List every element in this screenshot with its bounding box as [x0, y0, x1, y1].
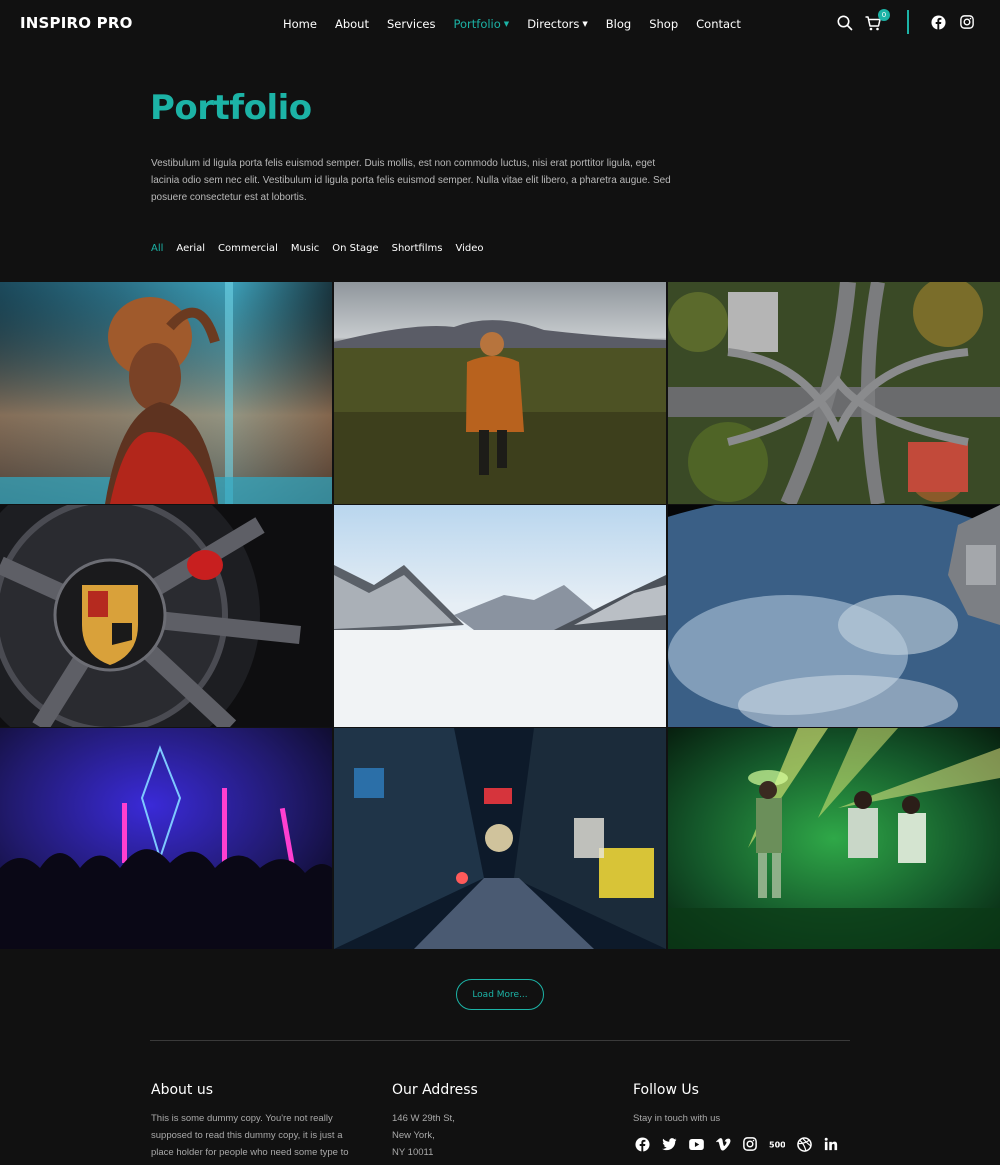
address-line: 146 W 29th St, [392, 1113, 455, 1124]
address-line: NY 10011 [392, 1147, 434, 1158]
youtube-icon[interactable] [687, 1135, 705, 1153]
nav-label: Shop [649, 17, 679, 31]
dribbble-icon[interactable] [795, 1135, 813, 1153]
site-header: INSPIRO PRO Home About Services Portfoli… [0, 0, 1000, 50]
nav-label: Blog [605, 17, 632, 31]
main-nav: Home About Services Portfolio ▼ Directors… [283, 17, 759, 31]
vimeo-icon[interactable] [714, 1135, 732, 1153]
cart-count-badge: 0 [878, 9, 890, 21]
filter-on-stage[interactable]: On Stage [332, 243, 378, 254]
address-line: New York, [392, 1130, 435, 1141]
footer-address-heading: Our Address [392, 1082, 478, 1098]
header-divider [907, 10, 909, 34]
load-more-button[interactable]: Load More... [456, 979, 544, 1010]
footer-about-line: supposed to read this dummy copy, it is … [151, 1130, 343, 1141]
filter-aerial[interactable]: Aerial [176, 243, 205, 254]
footer-address-text: 146 W 29th St, New York, NY 10011 [392, 1110, 592, 1161]
nav-item-home[interactable]: Home [283, 17, 317, 31]
nav-item-blog[interactable]: Blog [606, 17, 631, 31]
footer-about-text: This is some dummy copy. You're not real… [151, 1110, 381, 1161]
chevron-down-icon: ▼ [503, 20, 510, 28]
nav-item-contact[interactable]: Contact [696, 17, 741, 31]
footer-address: Our Address 146 W 29th St, New York, NY … [392, 1082, 592, 1161]
nav-label: Directors [527, 17, 580, 31]
nav-item-about[interactable]: About [335, 17, 369, 31]
footer-about: About us This is some dummy copy. You're… [151, 1082, 381, 1161]
footer-about-line: place holder for people who need some ty… [151, 1147, 349, 1158]
portfolio-item-concert-crowd[interactable] [0, 728, 332, 949]
linkedin-icon[interactable] [822, 1135, 840, 1153]
footer-divider [150, 1040, 850, 1041]
footer-follow-heading: Follow Us [633, 1082, 699, 1098]
nav-item-directors[interactable]: Directors ▼ [527, 17, 588, 31]
500px-icon[interactable]: 500 [768, 1135, 786, 1153]
footer-follow-subtitle: Stay in touch with us [633, 1113, 721, 1124]
page-title: Portfolio [150, 88, 312, 128]
footer-follow: Follow Us Stay in touch with us 500 [633, 1082, 863, 1153]
facebook-icon[interactable] [633, 1135, 651, 1153]
nav-item-services[interactable]: Services [387, 17, 436, 31]
nav-label: Home [283, 17, 317, 31]
search-icon[interactable] [836, 14, 854, 32]
nav-label: About [334, 17, 369, 31]
filter-shortfilms[interactable]: Shortfilms [392, 243, 443, 254]
chevron-down-icon: ▼ [582, 20, 588, 28]
nav-label: Portfolio [453, 17, 501, 31]
nav-item-portfolio[interactable]: Portfolio ▼ [453, 17, 509, 31]
nav-label: Services [386, 17, 436, 31]
portfolio-item-woman-portrait[interactable] [0, 282, 332, 504]
portfolio-filters: All Aerial Commercial Music On Stage Sho… [151, 243, 497, 254]
twitter-icon[interactable] [660, 1135, 678, 1153]
filter-video[interactable]: Video [455, 243, 483, 254]
portfolio-item-stage-performers[interactable] [668, 728, 1000, 949]
portfolio-item-night-alley[interactable] [334, 728, 666, 949]
instagram-icon[interactable] [960, 15, 974, 29]
instagram-icon[interactable] [741, 1135, 759, 1153]
site-logo[interactable]: INSPIRO PRO [20, 14, 133, 32]
portfolio-item-earth-from-space[interactable] [668, 505, 1000, 727]
nav-item-shop[interactable]: Shop [649, 17, 678, 31]
page-intro: Vestibulum id ligula porta felis euismod… [151, 158, 671, 203]
filter-commercial[interactable]: Commercial [218, 243, 278, 254]
footer-about-line: This is some dummy copy. You're not real… [151, 1113, 333, 1124]
footer-about-heading: About us [151, 1082, 214, 1098]
svg-text:500: 500 [769, 1140, 785, 1148]
portfolio-item-snowy-mountains[interactable] [334, 505, 666, 727]
facebook-icon[interactable] [931, 15, 946, 30]
portfolio-item-woman-in-field[interactable] [334, 282, 666, 504]
portfolio-item-highway-interchange[interactable] [668, 282, 1000, 504]
portfolio-grid [0, 282, 1000, 949]
portfolio-item-porsche-wheel[interactable] [0, 505, 332, 727]
nav-label: Contact [696, 17, 741, 31]
footer-social-icons: 500 [633, 1135, 863, 1153]
filter-all[interactable]: All [151, 243, 163, 254]
filter-music[interactable]: Music [291, 243, 319, 254]
